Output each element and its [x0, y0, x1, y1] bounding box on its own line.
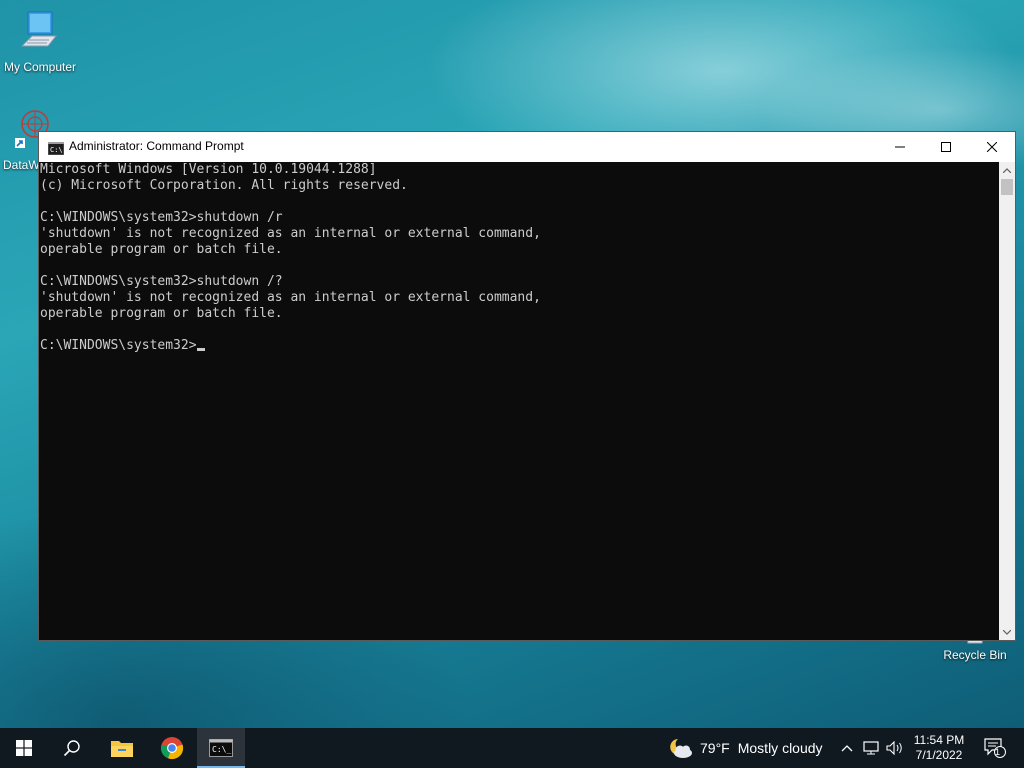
computer-icon — [0, 10, 80, 57]
cmd-taskbar-button[interactable]: C:\_ — [197, 728, 245, 768]
desktop-icon-label: DataW — [3, 158, 40, 172]
minimize-icon — [895, 146, 905, 148]
prompt-line[interactable]: C:\WINDOWS\system32> — [40, 338, 1001, 354]
volume-button[interactable] — [884, 728, 906, 768]
network-button[interactable] — [860, 728, 882, 768]
console-line: Microsoft Windows [Version 10.0.19044.12… — [40, 162, 377, 177]
title-bar[interactable]: C:\ Administrator: Command Prompt — [39, 132, 1015, 162]
prompt-text: C:\WINDOWS\system32> — [40, 338, 197, 353]
weather-temp: 79°F — [700, 740, 730, 756]
search-button[interactable] — [48, 728, 96, 768]
console-line: 'shutdown' is not recognized as an inter… — [40, 226, 541, 241]
clock[interactable]: 11:54 PM 7/1/2022 — [908, 728, 970, 768]
desktop-icon-dataw[interactable]: DataW — [0, 108, 49, 172]
close-icon — [987, 142, 997, 152]
cmd-app-icon: C:\ — [47, 140, 65, 159]
text-cursor — [196, 348, 205, 351]
maximize-icon — [941, 142, 951, 152]
console-line: 'shutdown' is not recognized as an inter… — [40, 290, 541, 305]
console-line: (c) Microsoft Corporation. All rights re… — [40, 178, 408, 193]
network-icon — [863, 741, 879, 755]
console-output[interactable]: Microsoft Windows [Version 10.0.19044.12… — [39, 162, 1001, 640]
maximize-button[interactable] — [923, 132, 969, 162]
notification-count: 1 — [995, 747, 1001, 757]
search-icon — [63, 740, 80, 757]
clock-date: 7/1/2022 — [915, 748, 963, 762]
cloudy-moon-icon — [670, 739, 692, 758]
clock-time: 11:54 PM — [913, 733, 965, 747]
command-prompt-window[interactable]: C:\ Administrator: Command Prompt Micros… — [38, 131, 1016, 641]
weather-condition: Mostly cloudy — [737, 740, 823, 756]
scroll-up-button[interactable] — [999, 162, 1015, 178]
desktop-icon-my-computer[interactable]: My Computer — [0, 10, 80, 74]
svg-text:C:\_: C:\_ — [212, 745, 231, 754]
chrome-button[interactable] — [148, 728, 196, 768]
svg-text:C:\: C:\ — [50, 146, 63, 154]
taskbar: C:\_ 79°F Mostly cloudy 11:54 PM 7/1/202… — [0, 728, 1024, 768]
chevron-down-icon — [1003, 629, 1011, 635]
chrome-icon — [160, 737, 184, 760]
speaker-icon — [886, 741, 902, 755]
weather-widget[interactable]: 79°F Mostly cloudy — [668, 728, 830, 768]
minimize-button[interactable] — [877, 132, 923, 162]
close-button[interactable] — [969, 132, 1015, 162]
folder-icon — [111, 741, 133, 757]
dataw-app-icon — [13, 108, 49, 151]
start-button[interactable] — [0, 728, 48, 768]
cmd-icon: C:\_ — [209, 739, 233, 757]
console-line: operable program or batch file. — [40, 306, 283, 321]
scroll-thumb[interactable] — [1001, 179, 1013, 195]
vertical-scrollbar[interactable] — [999, 162, 1015, 640]
file-explorer-button[interactable] — [98, 728, 146, 768]
chevron-up-icon — [1003, 167, 1011, 173]
desktop-icon-label: Recycle Bin — [943, 648, 1007, 662]
console-line: C:\WINDOWS\system32>shutdown /? — [40, 274, 283, 289]
chevron-up-icon — [841, 744, 853, 751]
windows-logo-icon — [16, 740, 32, 756]
action-center-button[interactable]: 1 — [978, 728, 1012, 768]
console-line: C:\WINDOWS\system32>shutdown /r — [40, 210, 283, 225]
scroll-down-button[interactable] — [999, 624, 1015, 640]
window-title: Administrator: Command Prompt — [69, 139, 244, 153]
console-line: operable program or batch file. — [40, 242, 283, 257]
desktop-icon-label: My Computer — [3, 60, 77, 74]
show-hidden-icons-button[interactable] — [838, 728, 856, 768]
